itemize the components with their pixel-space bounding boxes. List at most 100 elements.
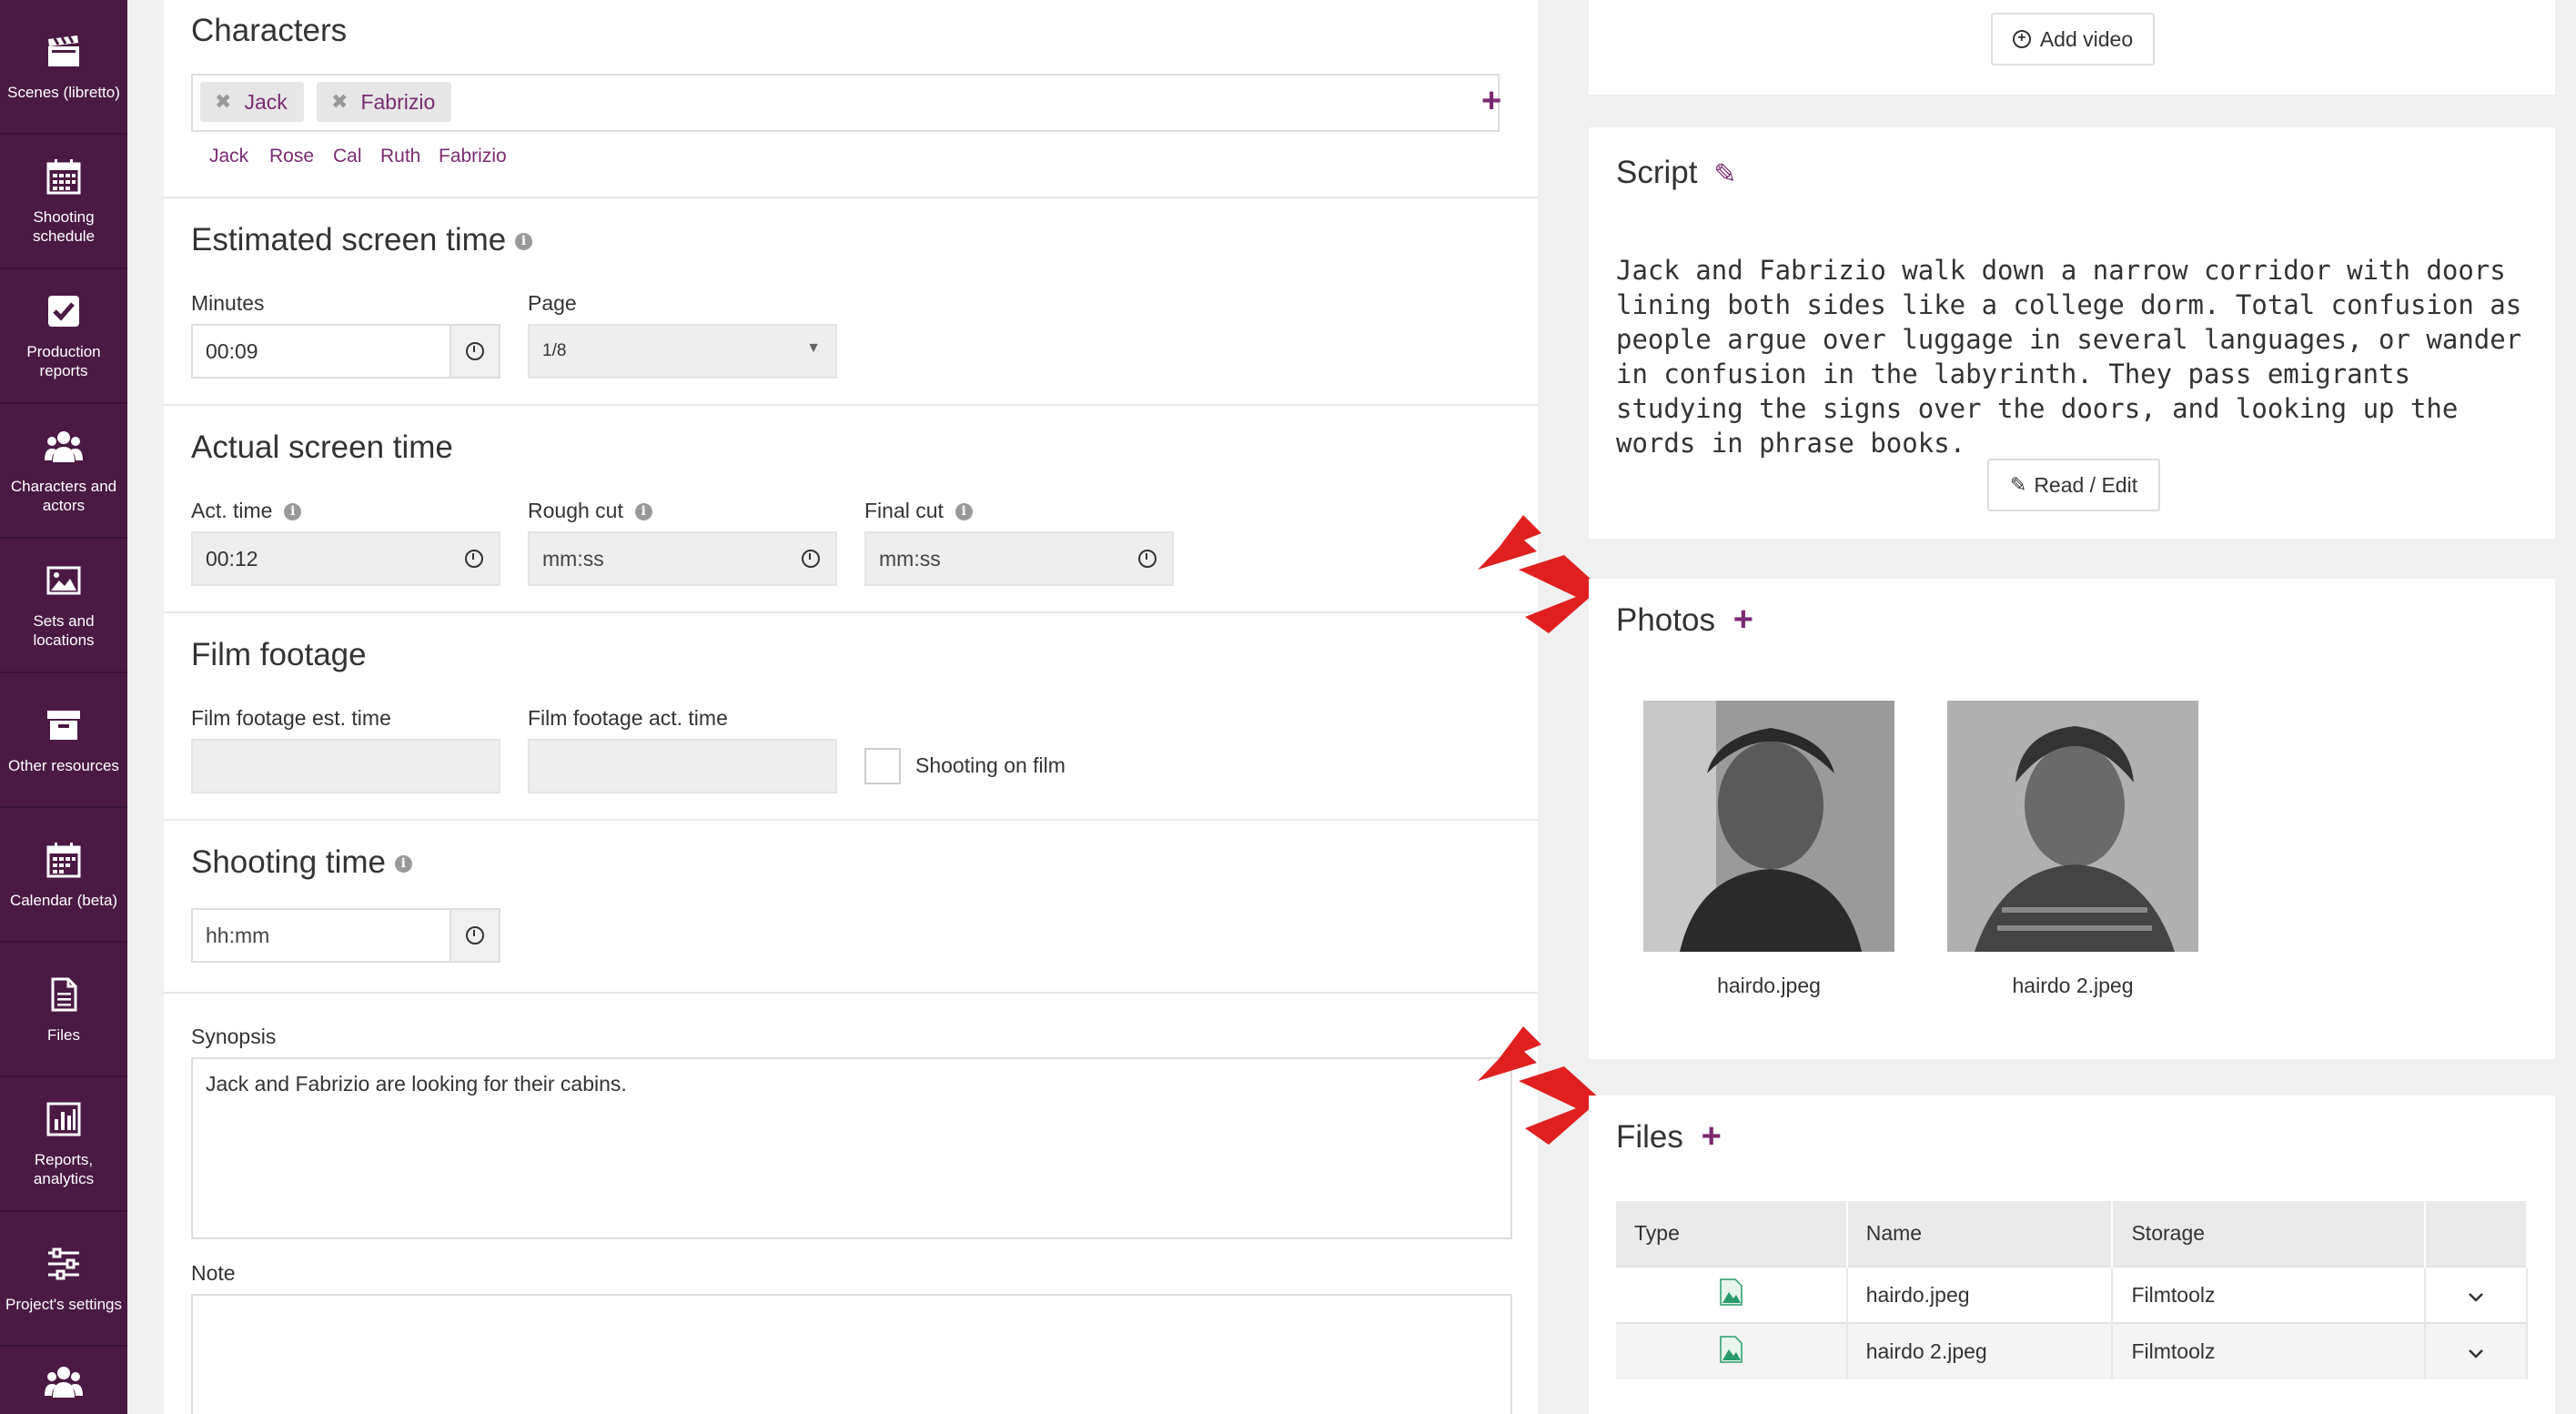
footage-act-label: Film footage act. time [528, 706, 728, 730]
character-suggestion[interactable]: Jack [209, 146, 248, 167]
clock-button[interactable] [786, 533, 835, 584]
clock-icon [802, 550, 820, 568]
sidebar-label: Calendar (beta) [9, 891, 118, 909]
sidebar-item-files[interactable]: Files [0, 943, 127, 1077]
chevron-down-icon[interactable] [2425, 1266, 2528, 1323]
sidebar-label: Scenes (libretto) [7, 83, 120, 101]
add-photo-button[interactable]: + [1733, 601, 1753, 639]
remove-icon[interactable]: ✖ [331, 90, 348, 114]
character-suggestion[interactable]: Fabrizio [439, 146, 507, 167]
add-file-button[interactable]: + [1702, 1117, 1722, 1156]
sidebar-item-other-resources[interactable]: Other resources [0, 673, 127, 808]
photo-thumbnail[interactable] [1947, 701, 2198, 952]
clock-button[interactable] [450, 533, 499, 584]
clock-icon [465, 550, 483, 568]
clock-icon [466, 342, 484, 360]
sidebar-item-scenes[interactable]: Scenes (libretto) [0, 0, 127, 135]
shooting-time-section: Shooting time i hh:mm [164, 821, 1538, 994]
footage-est-input[interactable] [191, 739, 500, 793]
clock-button[interactable] [450, 910, 499, 961]
sidebar-item-team[interactable] [0, 1347, 127, 1414]
act-time-label: Act. time i [191, 499, 302, 523]
add-character-button[interactable]: + [1481, 84, 1501, 118]
clapperboard-icon [44, 32, 84, 72]
note-textarea[interactable] [191, 1294, 1512, 1414]
file-storage: Filmtoolz [2112, 1266, 2427, 1323]
archive-icon [44, 705, 84, 745]
script-card: Script ✎ Jack and Fabrizio walk down a n… [1589, 127, 2555, 539]
sidebar-item-calendar[interactable]: Calendar (beta) [0, 808, 127, 943]
clock-icon [466, 926, 484, 944]
file-name[interactable]: hairdo.jpeg [1846, 1266, 2114, 1323]
photo-thumbnail[interactable] [1643, 701, 1894, 952]
file-storage: Filmtoolz [2112, 1322, 2427, 1379]
character-tag[interactable]: ✖ Fabrizio [317, 82, 452, 122]
actual-title: Actual screen time [191, 429, 453, 465]
column-header: Type [1616, 1201, 1848, 1267]
footage-act-input[interactable] [528, 739, 837, 793]
people-icon [44, 426, 84, 466]
pencil-icon[interactable]: ✎ [1713, 159, 1736, 189]
files-table: Type Name Storage hairdo.jpeg Filmtoolz … [1616, 1201, 2528, 1379]
clock-button[interactable] [1123, 533, 1172, 584]
character-suggestion[interactable]: Ruth [380, 146, 420, 167]
sidebar-item-settings[interactable]: Project's settings [0, 1212, 127, 1347]
photo-caption: hairdo 2.jpeg [2012, 974, 2134, 997]
info-icon: i [284, 503, 302, 521]
sidebar-item-production-reports[interactable]: Production reports [0, 269, 127, 404]
page-select[interactable]: 1/8 ▼ [528, 324, 837, 379]
info-icon: i [955, 503, 973, 521]
script-text: Jack and Fabrizio walk down a narrow cor… [1616, 255, 2538, 459]
sidebar-label: Sets and locations [33, 612, 95, 649]
sidebar-label: Production reports [26, 343, 101, 379]
chevron-down-icon: ▼ [806, 340, 821, 356]
table-row[interactable]: hairdo 2.jpeg Filmtoolz [1616, 1322, 2528, 1379]
sidebar-label: Characters and actors [10, 478, 117, 514]
photo-caption: hairdo.jpeg [1717, 974, 1821, 997]
final-cut-input[interactable]: mm:ss [864, 531, 1174, 586]
chevron-arrow-icon [1478, 515, 1601, 633]
sidebar-label: Files [47, 1025, 80, 1044]
sidebar-label: Reports, analytics [33, 1151, 95, 1187]
characters-title: Characters [191, 13, 348, 48]
add-video-button[interactable]: + Add video [1991, 13, 2155, 66]
sidebar-label: Other resources [8, 756, 119, 774]
clock-button[interactable] [450, 326, 499, 377]
file-icon [44, 975, 84, 1015]
video-card: + Add video [1589, 0, 2555, 95]
read-edit-button[interactable]: ✎ Read / Edit [1987, 459, 2160, 511]
shooting-time-input[interactable]: hh:mm [191, 908, 500, 963]
synopsis-textarea[interactable]: Jack and Fabrizio are looking for their … [191, 1057, 1512, 1239]
sidebar-item-sets[interactable]: Sets and locations [0, 539, 127, 673]
rough-cut-label: Rough cut i [528, 499, 652, 523]
clock-icon [1138, 550, 1157, 568]
character-suggestion[interactable]: Cal [333, 146, 362, 167]
minutes-input[interactable]: 00:09 [191, 324, 500, 379]
footage-title: Film footage [191, 637, 367, 672]
sidebar-label: Shooting schedule [32, 208, 96, 245]
footage-section: Film footage Film footage est. time Film… [164, 613, 1538, 821]
column-header: Storage [2112, 1201, 2427, 1267]
sidebar-item-shooting-schedule[interactable]: Shooting schedule [0, 135, 127, 269]
sidebar-label: Project's settings [5, 1295, 122, 1313]
minutes-label: Minutes [191, 291, 265, 315]
sidebar-item-reports[interactable]: Reports, analytics [0, 1077, 127, 1212]
chevron-down-icon[interactable] [2425, 1322, 2528, 1379]
sidebar-item-characters[interactable]: Characters and actors [0, 404, 127, 539]
remove-icon[interactable]: ✖ [215, 90, 231, 114]
rough-cut-input[interactable]: mm:ss [528, 531, 837, 586]
column-header: Name [1846, 1201, 2114, 1267]
synopsis-label: Synopsis [191, 1025, 277, 1048]
character-tag[interactable]: ✖ Jack [200, 82, 304, 122]
estimated-title: Estimated screen time i [191, 222, 532, 258]
file-name[interactable]: hairdo 2.jpeg [1846, 1322, 2114, 1379]
act-time-input[interactable]: 00:12 [191, 531, 500, 586]
shooting-on-film-label: Shooting on film [915, 753, 1066, 777]
info-icon: i [394, 855, 412, 874]
character-suggestion[interactable]: Rose [269, 146, 314, 167]
table-row[interactable]: hairdo.jpeg Filmtoolz [1616, 1266, 2528, 1323]
shooting-on-film-checkbox[interactable] [864, 748, 901, 784]
page-label: Page [528, 291, 577, 315]
calendar-icon [44, 840, 84, 880]
chevron-arrow-icon [1478, 1026, 1601, 1145]
